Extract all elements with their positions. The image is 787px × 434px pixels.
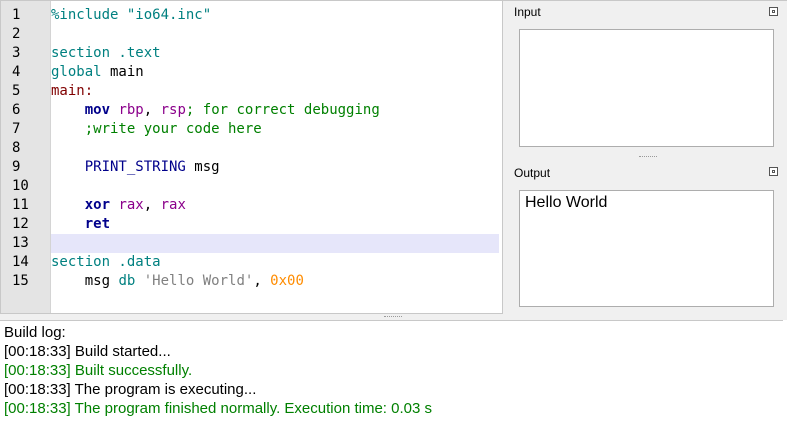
- line-number: 4: [12, 64, 21, 80]
- line-number: 10: [12, 178, 29, 194]
- code-line[interactable]: section .data: [51, 253, 499, 272]
- code-line[interactable]: main:: [51, 82, 499, 101]
- code-token: section .data: [51, 254, 161, 270]
- code-area[interactable]: %include "io64.inc" section .text global m…: [51, 1, 502, 313]
- code-token: ; for correct debugging: [185, 102, 380, 118]
- code-line[interactable]: ret: [51, 215, 499, 234]
- code-token: msg: [185, 159, 220, 175]
- line-number: 14: [12, 254, 29, 270]
- line-number: 6: [12, 102, 21, 118]
- build-log: Build log: [00:18:33] Build started... [00…: [0, 320, 787, 434]
- code-token: ;write your code here: [51, 121, 262, 137]
- line-number: 13: [12, 235, 29, 251]
- code-line[interactable]: [51, 139, 499, 158]
- line-number: 9: [12, 159, 21, 175]
- code-token: section .text: [51, 45, 161, 61]
- code-line[interactable]: global main: [51, 63, 499, 82]
- code-token: %include "io64.inc": [51, 7, 212, 23]
- output-panel-title: Output: [514, 166, 551, 180]
- output-box: Hello World: [519, 190, 774, 307]
- code-line[interactable]: msg db 'Hello World', 0x00: [51, 272, 499, 291]
- code-token: ,: [143, 102, 161, 118]
- code-line[interactable]: mov rbp, rsp; for correct debugging: [51, 101, 499, 120]
- build-log-title: Build log:: [4, 324, 66, 341]
- build-log-line: [00:18:33] The program finished normally…: [4, 400, 433, 417]
- code-token: 0x00: [270, 273, 304, 289]
- line-number: 11: [12, 197, 29, 213]
- input-maximize-icon[interactable]: [769, 7, 778, 16]
- code-token: mov: [84, 102, 111, 118]
- splitter-grip: [384, 316, 402, 319]
- line-number-gutter: 1 2 3 4 5 6 7 8 9 10 11 12 13 14 15: [1, 1, 51, 313]
- output-maximize-icon[interactable]: [769, 167, 778, 176]
- line-number: 2: [12, 26, 21, 42]
- code-token: ,: [253, 273, 271, 289]
- code-token: ret: [84, 216, 111, 232]
- code-token: global: [51, 64, 102, 80]
- code-token: PRINT_STRING: [84, 159, 186, 175]
- input-field[interactable]: [519, 29, 774, 147]
- input-panel-title: Input: [514, 5, 541, 19]
- code-token: rbp: [118, 102, 144, 118]
- code-token: ,: [143, 197, 161, 213]
- code-token: 'Hello World': [143, 273, 254, 289]
- code-token: xor: [84, 197, 111, 213]
- code-line[interactable]: section .text: [51, 44, 499, 63]
- line-number: 1: [12, 7, 21, 23]
- code-token: msg: [51, 273, 119, 289]
- code-token: rax: [160, 197, 186, 213]
- code-line[interactable]: [51, 234, 499, 253]
- output-text: Hello World: [525, 194, 608, 211]
- code-line[interactable]: PRINT_STRING msg: [51, 158, 499, 177]
- build-log-scroll-edge: [783, 320, 787, 434]
- build-log-line: [00:18:33] The program is executing...: [4, 381, 257, 398]
- line-number: 8: [12, 140, 21, 156]
- io-splitter-grip[interactable]: [639, 156, 657, 159]
- line-number: 12: [12, 216, 29, 232]
- code-line[interactable]: %include "io64.inc": [51, 6, 499, 25]
- code-line[interactable]: [51, 177, 499, 196]
- line-number: 5: [12, 83, 21, 99]
- code-editor[interactable]: 1 2 3 4 5 6 7 8 9 10 11 12 13 14 15 %include "io64.inc…: [0, 0, 503, 314]
- io-panel: Input Output Hello World: [503, 0, 787, 314]
- code-line[interactable]: [51, 25, 499, 44]
- line-number: 7: [12, 121, 21, 137]
- line-number: 15: [12, 273, 29, 289]
- line-number: 3: [12, 45, 21, 61]
- build-log-line: [00:18:33] Build started...: [4, 343, 171, 360]
- code-token: main:: [51, 83, 94, 99]
- build-log-line: [00:18:33] Built successfully.: [4, 362, 193, 379]
- code-line[interactable]: xor rax, rax: [51, 196, 499, 215]
- code-token: rsp: [160, 102, 186, 118]
- code-token: db: [118, 273, 136, 289]
- code-token: main: [101, 64, 144, 80]
- code-line[interactable]: ;write your code here: [51, 120, 499, 139]
- code-token: rax: [118, 197, 144, 213]
